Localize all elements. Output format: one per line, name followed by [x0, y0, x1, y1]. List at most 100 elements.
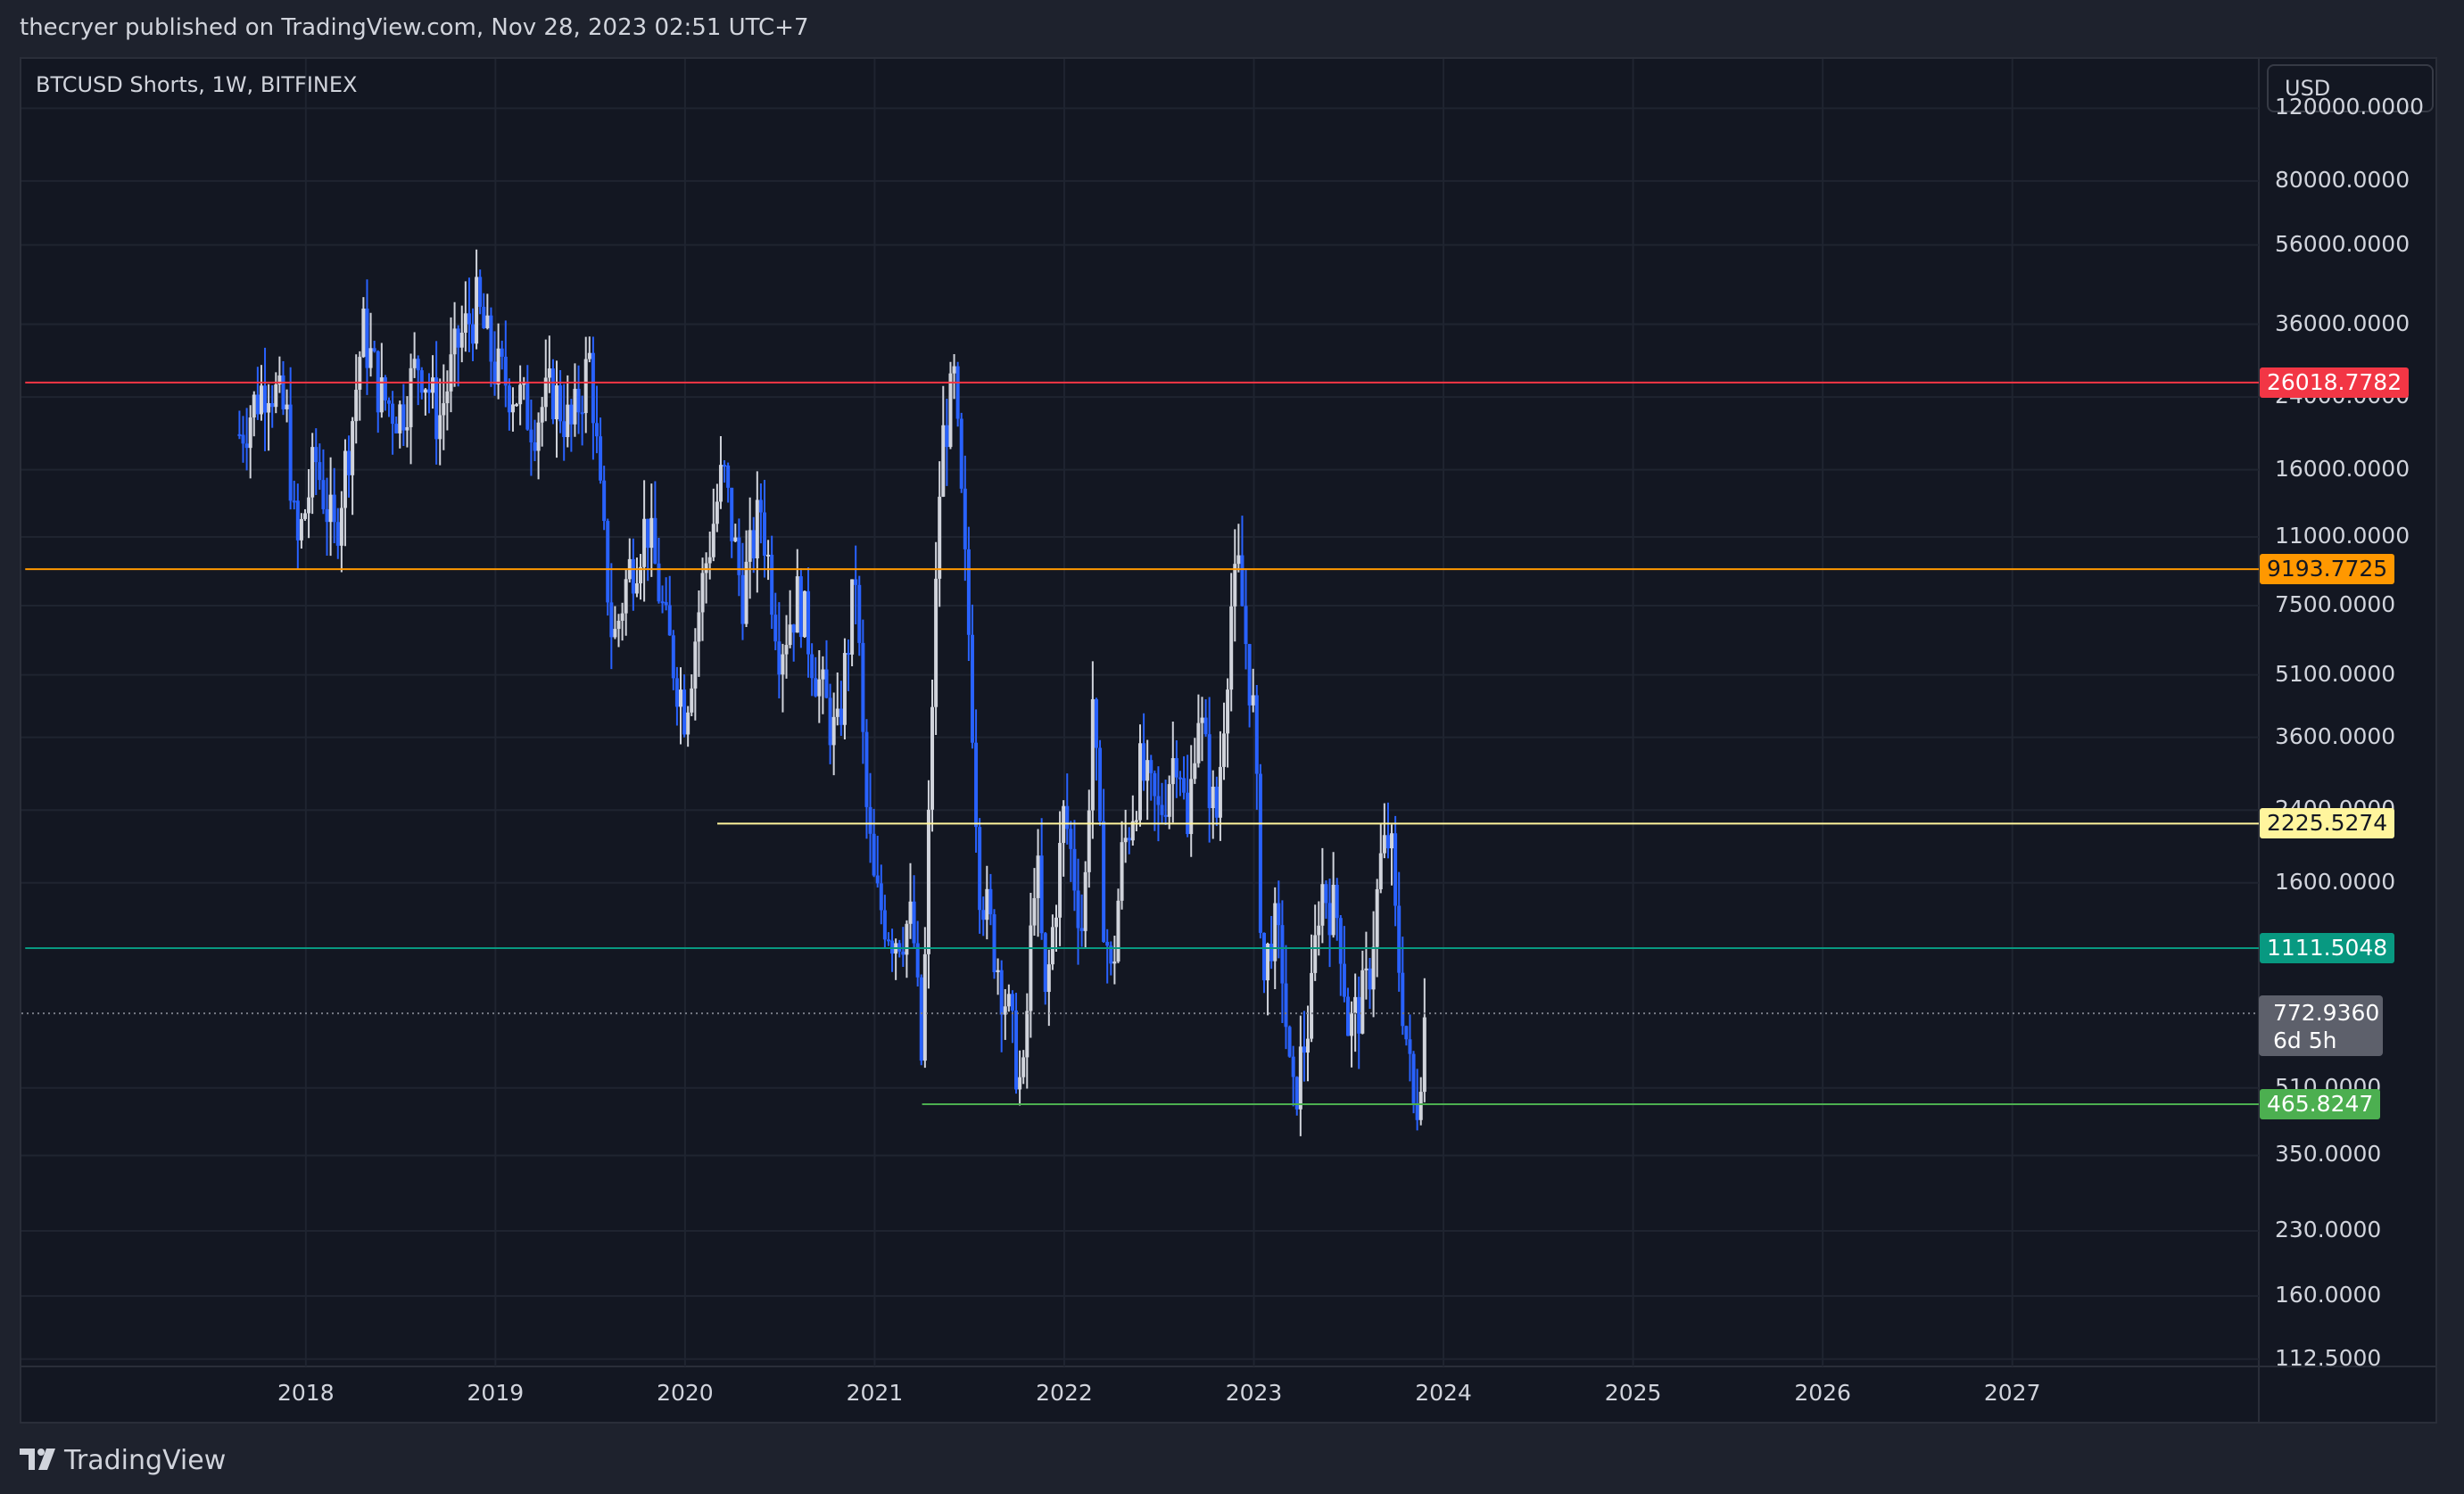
candle-body — [609, 602, 614, 638]
candle-body — [351, 421, 355, 475]
candle-body — [1182, 778, 1187, 793]
candle-body — [1251, 695, 1255, 706]
candle-body — [503, 356, 508, 386]
candle-body — [383, 377, 387, 400]
candle-body — [328, 494, 333, 523]
candle-body — [922, 953, 927, 1061]
candle-body — [788, 624, 792, 646]
candle-body — [292, 500, 296, 503]
candle-body — [1174, 757, 1178, 778]
candle-body — [999, 970, 1004, 1015]
candle-body — [1112, 961, 1117, 964]
candle-body — [1226, 689, 1230, 734]
candle-body — [500, 348, 504, 357]
candle-body — [244, 443, 249, 449]
candle-body — [1076, 890, 1080, 929]
candle-body — [1083, 871, 1087, 931]
candle-body — [748, 530, 752, 562]
candle-body — [318, 462, 322, 481]
candle-body — [795, 576, 799, 633]
candle-body — [912, 901, 916, 944]
chart-canvas[interactable] — [0, 0, 2464, 1425]
price-tick-label: 11000.0000 — [2275, 522, 2410, 549]
candle-body — [755, 499, 759, 559]
candle-body — [1390, 833, 1394, 849]
candle-body — [1160, 805, 1164, 815]
candle-body — [550, 368, 555, 420]
candle-body — [416, 359, 420, 371]
candle-body — [1218, 766, 1222, 818]
candle-body — [1422, 1017, 1426, 1093]
candle-body — [471, 324, 475, 344]
candle-body — [412, 359, 417, 368]
candle-body — [1069, 829, 1073, 849]
candle-body — [1317, 925, 1321, 936]
candle-body — [886, 939, 890, 942]
candle-body — [310, 447, 315, 498]
candle-body — [1418, 1092, 1423, 1120]
candle-body — [299, 518, 303, 541]
candle-body — [354, 389, 359, 422]
candle-body — [525, 382, 530, 430]
candle-body — [1123, 838, 1128, 843]
candle-body — [872, 833, 876, 876]
candle-body — [1156, 796, 1161, 805]
current-price-tag: 772.9360 6d 5h — [2259, 995, 2383, 1057]
candle-body — [766, 554, 771, 557]
candle-body — [901, 951, 905, 955]
candle-body — [1273, 903, 1277, 962]
candle-body — [467, 313, 471, 325]
candle-body — [1105, 941, 1110, 946]
candle-body — [583, 359, 588, 414]
candle-body — [955, 366, 960, 419]
candle-body — [981, 910, 986, 920]
candle-body — [456, 328, 460, 348]
price-tick-label: 112.5000 — [2275, 1344, 2382, 1371]
candle-body — [707, 557, 712, 564]
symbol-label[interactable]: BTCUSD Shorts, 1W, BITFINEX — [36, 72, 357, 97]
candle-body — [463, 313, 467, 334]
candle-body — [1280, 925, 1285, 984]
candle-body — [660, 601, 665, 604]
candle-body — [1404, 1026, 1409, 1040]
price-tick-label: 230.0000 — [2275, 1216, 2382, 1242]
candle-body — [1298, 1046, 1302, 1110]
candle-body — [482, 307, 486, 328]
candle-body — [1094, 698, 1098, 748]
candle-body — [492, 361, 497, 385]
candle-body — [1050, 927, 1054, 965]
candle-body — [248, 417, 252, 449]
candle-body — [682, 689, 687, 735]
candle-body — [1335, 884, 1339, 919]
candle-body — [1302, 1046, 1306, 1053]
candle-body — [606, 521, 610, 603]
price-tick-label: 1600.0000 — [2275, 868, 2396, 895]
candle-body — [1207, 734, 1211, 809]
candle-body — [573, 388, 577, 425]
candle-body — [730, 487, 734, 541]
candle-body — [1350, 1013, 1354, 1036]
candle-body — [267, 402, 271, 413]
candle-body — [821, 669, 825, 680]
candle-body — [806, 590, 811, 655]
candle-body — [1072, 848, 1077, 891]
candle-body — [372, 348, 376, 351]
candle-body — [1039, 855, 1044, 934]
candle-body — [1229, 606, 1234, 690]
candle-body — [879, 883, 883, 911]
candle-body — [332, 494, 336, 523]
price-tick-label: 16000.0000 — [2275, 455, 2410, 482]
candle-body — [489, 315, 493, 362]
candle-body — [1222, 733, 1227, 767]
candle-body — [926, 809, 930, 954]
candle-body — [1385, 835, 1390, 849]
horizontal-line-price-tag: 26018.7782 — [2260, 367, 2410, 398]
candle-body — [671, 635, 675, 679]
candle-body — [335, 522, 340, 546]
candle-body — [959, 418, 963, 489]
time-tick-label: 2026 — [1794, 1380, 1851, 1406]
candle-body — [507, 385, 511, 413]
candle-body — [850, 579, 855, 655]
candle-body — [700, 573, 705, 613]
candle-body — [1353, 996, 1358, 1014]
